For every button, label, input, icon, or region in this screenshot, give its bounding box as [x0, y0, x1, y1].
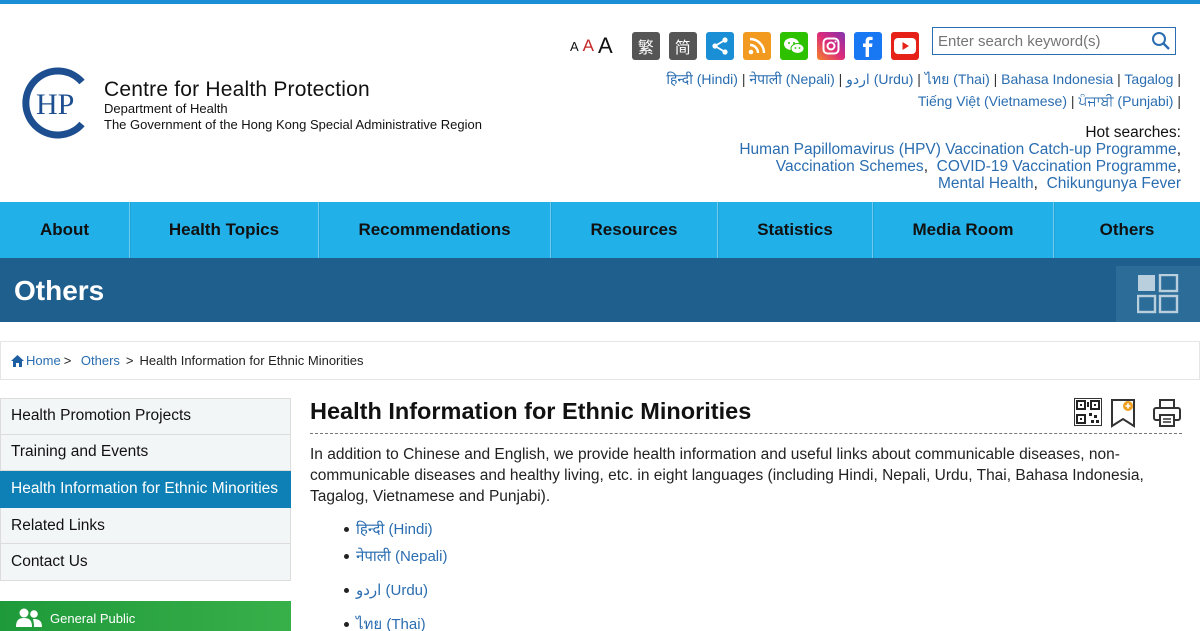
- language-links: हिन्दी (Hindi) | नेपाली (Nepali) | اردو …: [666, 71, 1181, 109]
- hot-link-mental-health[interactable]: Mental Health: [938, 175, 1034, 192]
- nav-resources[interactable]: Resources: [551, 202, 718, 258]
- rss-icon[interactable]: [742, 32, 771, 60]
- general-public-button[interactable]: General Public: [0, 601, 291, 631]
- youtube-icon[interactable]: [890, 32, 919, 60]
- hot-link-hpv[interactable]: Human Papillomavirus (HPV) Vaccination C…: [739, 141, 1176, 158]
- chp-logo[interactable]: HP Centre for Health Protection Departme…: [20, 66, 510, 146]
- print-icon[interactable]: [1152, 398, 1182, 433]
- hot-searches: Hot searches: Human Papillomavirus (HPV)…: [621, 124, 1181, 192]
- nav-media-room[interactable]: Media Room: [873, 202, 1054, 258]
- lang-nepali-link[interactable]: नेपाली (Nepali): [749, 71, 834, 87]
- lang-tagalog-link[interactable]: Tagalog: [1124, 71, 1173, 87]
- search-box: [932, 27, 1176, 55]
- gov-name: The Government of the Hong Kong Special …: [104, 117, 482, 132]
- share-icon[interactable]: [705, 32, 734, 60]
- thai-link[interactable]: ไทย (Thai): [356, 616, 426, 631]
- search-icon[interactable]: [1147, 28, 1175, 54]
- hot-link-chikungunya[interactable]: Chikungunya Fever: [1047, 175, 1181, 192]
- sidebar: Health Promotion Projects Training and E…: [0, 398, 291, 581]
- font-size-large-button[interactable]: A: [598, 33, 613, 59]
- lang-thai-link[interactable]: ไทย (Thai): [925, 71, 990, 87]
- main-nav: About Health Topics Recommendations Reso…: [0, 202, 1200, 258]
- font-size-small-button[interactable]: A: [570, 39, 579, 54]
- hot-searches-title: Hot searches:: [1085, 124, 1181, 141]
- lang-vietnamese-link[interactable]: Tiếng Việt (Vietnamese): [918, 93, 1067, 109]
- lang-urdu-link[interactable]: اردو (Urdu): [846, 71, 913, 87]
- chp-logo-icon: HP: [22, 67, 85, 139]
- intro-paragraph: In addition to Chinese and English, we p…: [310, 446, 1144, 505]
- hot-link-vaccination-schemes[interactable]: Vaccination Schemes: [776, 158, 924, 175]
- nav-statistics[interactable]: Statistics: [718, 202, 873, 258]
- language-list: हिन्दी (Hindi) नेपाली (Nepali) اردو (Urd…: [310, 516, 1182, 631]
- urdu-link[interactable]: اردو (Urdu): [356, 582, 428, 599]
- dept-name: Department of Health: [104, 101, 228, 116]
- font-size-medium-button[interactable]: A: [583, 36, 594, 56]
- banner-title: Others: [14, 275, 105, 306]
- sidebar-item-related-links[interactable]: Related Links: [0, 507, 291, 545]
- org-name: Centre for Health Protection: [104, 78, 370, 101]
- instagram-icon[interactable]: [816, 32, 845, 60]
- nav-about[interactable]: About: [0, 202, 130, 258]
- lang-indonesian-link[interactable]: Bahasa Indonesia: [1001, 71, 1113, 87]
- general-public-label: General Public: [50, 610, 136, 626]
- main-content: Health Information for Ethnic Minorities…: [310, 396, 1182, 631]
- sidebar-item-contact-us[interactable]: Contact Us: [0, 544, 291, 581]
- traditional-chinese-button[interactable]: 繁: [631, 32, 660, 60]
- qr-code-icon[interactable]: [1074, 398, 1102, 433]
- lang-hindi-link[interactable]: हिन्दी (Hindi): [666, 71, 738, 87]
- nav-others[interactable]: Others: [1054, 202, 1200, 258]
- list-item: नेपाली (Nepali): [344, 543, 1182, 570]
- page-tools: [1058, 398, 1182, 433]
- wechat-icon[interactable]: [779, 32, 808, 60]
- section-banner: Others: [0, 258, 1200, 322]
- nepali-link[interactable]: नेपाली (Nepali): [356, 548, 447, 565]
- breadcrumb: Home > Others > Health Information for E…: [0, 341, 1200, 380]
- lang-punjabi-link[interactable]: ਪੰਜਾਬੀ (Punjabi): [1078, 93, 1173, 109]
- site-header: HP Centre for Health Protection Departme…: [0, 4, 1200, 202]
- home-icon: [11, 354, 24, 367]
- people-icon: [16, 608, 42, 627]
- simplified-chinese-button[interactable]: 简: [668, 32, 697, 60]
- breadcrumb-others[interactable]: Others: [81, 353, 120, 368]
- logo-letters: HP: [36, 88, 74, 121]
- breadcrumb-current: Health Information for Ethnic Minorities: [139, 353, 364, 368]
- sidebar-item-training-events[interactable]: Training and Events: [0, 434, 291, 472]
- page-title: Health Information for Ethnic Minorities: [310, 396, 1182, 434]
- nav-health-topics[interactable]: Health Topics: [130, 202, 319, 258]
- sidebar-item-ethnic-minorities[interactable]: Health Information for Ethnic Minorities: [0, 471, 291, 508]
- header-tools: A A A 繁 简: [570, 30, 919, 62]
- bookmark-icon[interactable]: [1110, 398, 1136, 433]
- search-input[interactable]: [933, 28, 1147, 54]
- list-item: اردو (Urdu): [344, 577, 1182, 604]
- list-item: हिन्दी (Hindi): [344, 516, 1182, 543]
- hindi-link[interactable]: हिन्दी (Hindi): [356, 521, 433, 538]
- nav-recommendations[interactable]: Recommendations: [319, 202, 551, 258]
- sidebar-item-health-promotion[interactable]: Health Promotion Projects: [0, 398, 291, 435]
- breadcrumb-home[interactable]: Home: [26, 353, 61, 368]
- facebook-icon[interactable]: [853, 32, 882, 60]
- grid-icon: [1116, 266, 1200, 322]
- list-item: ไทย (Thai): [344, 611, 1182, 631]
- hot-link-covid[interactable]: COVID-19 Vaccination Programme: [937, 158, 1177, 175]
